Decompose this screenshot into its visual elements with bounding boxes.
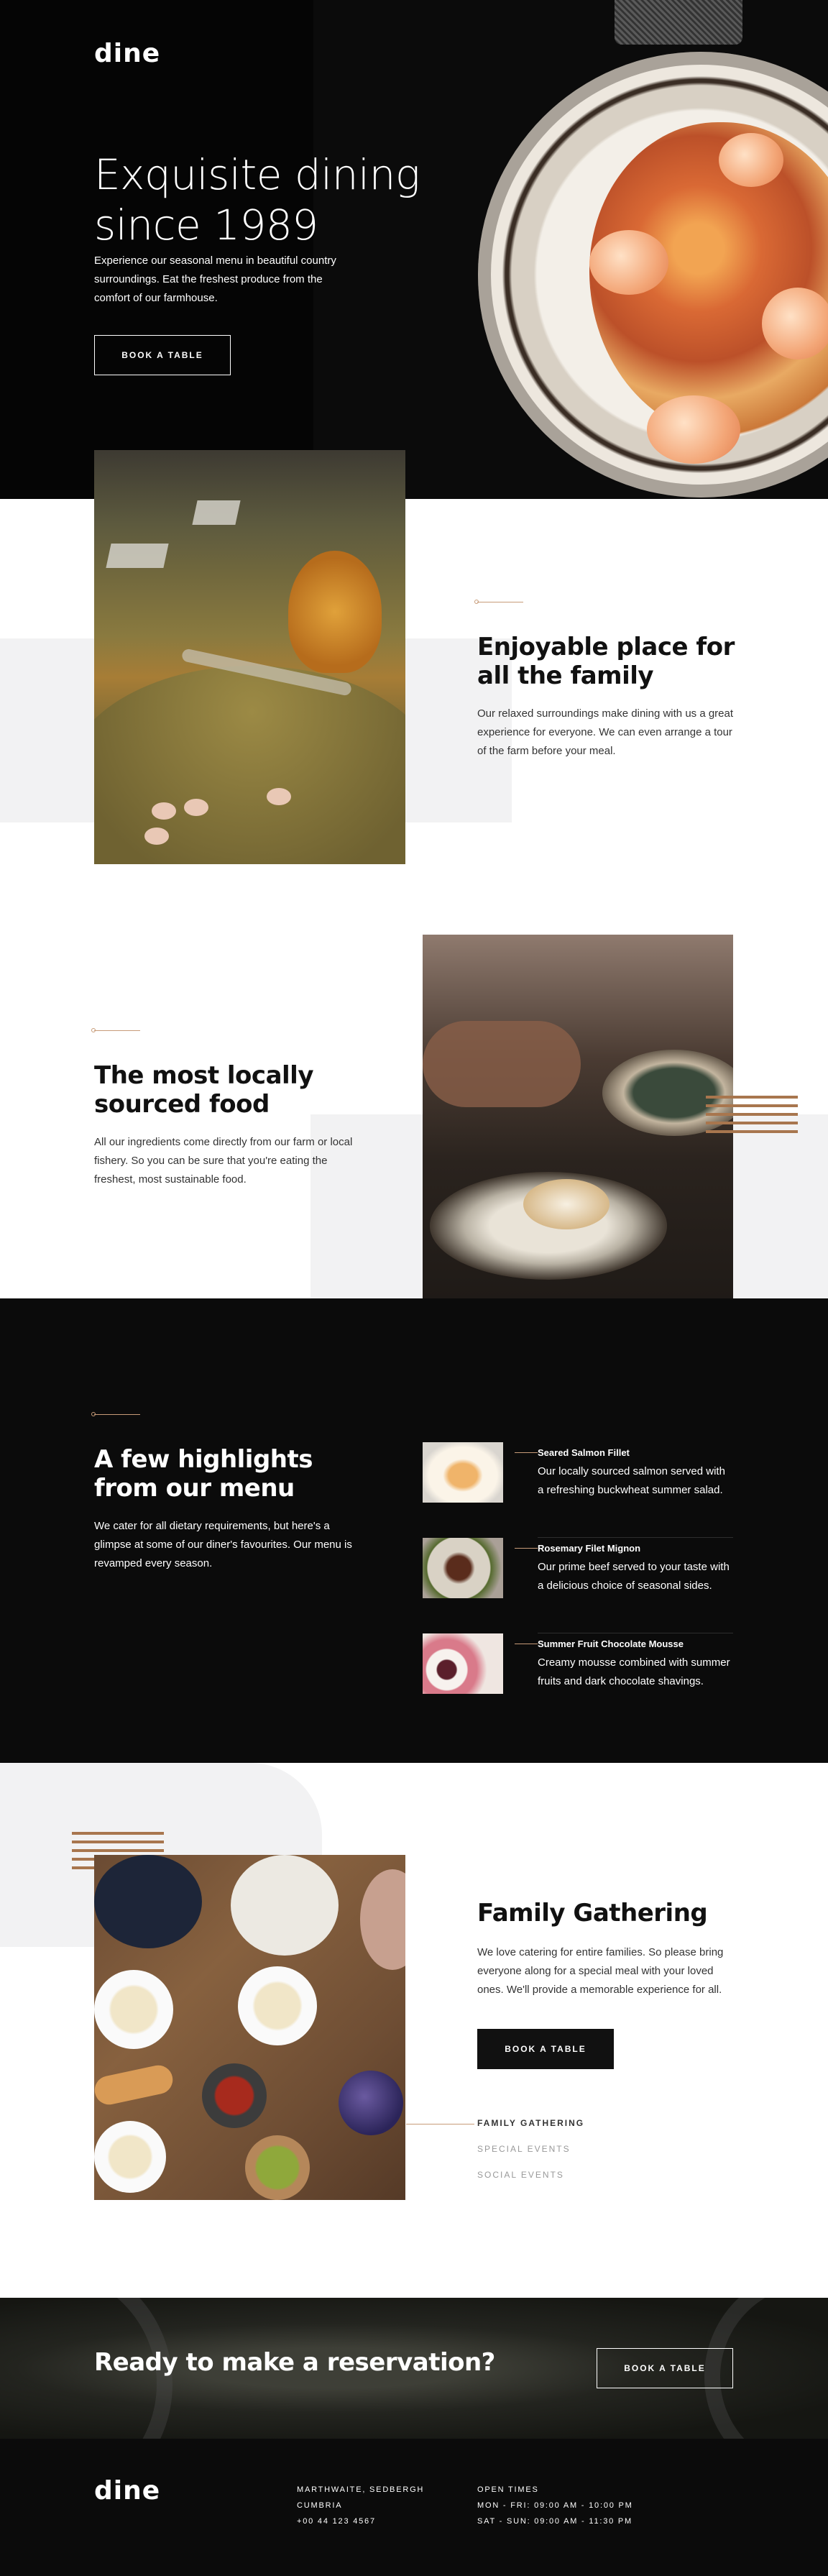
footer-hours: OPEN TIMES MON - FRI: 09:00 AM - 10:00 P… xyxy=(477,2482,633,2529)
footer: dine MARTHWAITE, SEDBERGH CUMBRIA +00 44… xyxy=(0,2439,828,2576)
shrimp-image xyxy=(589,230,668,295)
logo[interactable]: dine xyxy=(94,39,160,68)
chef-plating-image xyxy=(423,935,733,1349)
decorative-stripes xyxy=(706,1096,798,1136)
sheep-image xyxy=(184,799,208,816)
farmhouse-image xyxy=(192,500,241,525)
farm-landscape-image xyxy=(94,450,405,864)
tab-family-gathering[interactable]: FAMILY GATHERING xyxy=(477,2118,584,2128)
menu-item: Seared Salmon Fillet Our locally sourced… xyxy=(423,1442,733,1538)
bread-image xyxy=(94,2063,175,2107)
footer-address: MARTHWAITE, SEDBERGH CUMBRIA +00 44 123 … xyxy=(297,2482,424,2529)
person-image xyxy=(94,1855,202,1948)
phone-number: +00 44 123 4567 xyxy=(297,2517,376,2526)
address-line: MARTHWAITE, SEDBERGH xyxy=(297,2485,425,2494)
shrimp-image xyxy=(647,395,740,464)
family-dinner-image xyxy=(94,1855,405,2200)
accent-divider xyxy=(94,1030,140,1031)
accent-divider xyxy=(94,1414,140,1415)
person-image xyxy=(231,1855,339,1956)
hours-heading: OPEN TIMES xyxy=(477,2485,539,2494)
person-image xyxy=(360,1869,405,1970)
chocolate-mousse-image xyxy=(423,1633,503,1694)
events-text: We love catering for entire families. So… xyxy=(477,1946,724,1996)
menu-item-name: Summer Fruit Chocolate Mousse xyxy=(538,1638,684,1649)
hero-title: Exquisite dining since 1989 xyxy=(94,150,420,249)
dish-image xyxy=(523,1179,610,1229)
accent-divider xyxy=(515,1548,538,1549)
filet-mignon-image xyxy=(423,1538,503,1598)
decorative-net-image xyxy=(615,0,742,45)
menu-item-description: Our locally sourced salmon served with a… xyxy=(538,1465,725,1496)
hill-image xyxy=(94,666,405,864)
menu-item-description: Creamy mousse combined with summer fruit… xyxy=(538,1656,730,1687)
hero-text: Experience our seasonal menu in beautifu… xyxy=(94,255,336,304)
family-title: Enjoyable place for all the family xyxy=(477,633,735,690)
salad-bowl-image xyxy=(245,2135,310,2200)
shrimp-image xyxy=(762,288,828,359)
menu-text: We cater for all dietary requirements, b… xyxy=(94,1520,352,1569)
family-text: Our relaxed surroundings make dining wit… xyxy=(477,707,734,757)
flowers-image xyxy=(339,2071,403,2135)
menu-title: A few highlights from our menu xyxy=(94,1445,313,1503)
sheep-image xyxy=(144,828,169,845)
plate-image xyxy=(94,1970,173,2049)
menu-item-name: Seared Salmon Fillet xyxy=(538,1447,630,1458)
menu-item: Rosemary Filet Mignon Our prime beef ser… xyxy=(423,1538,733,1633)
sheep-image xyxy=(267,788,291,805)
hours-weekend: SAT - SUN: 09:00 AM - 11:30 PM xyxy=(477,2517,633,2526)
autumn-tree-image xyxy=(288,551,382,673)
chef-hand-image xyxy=(423,1021,581,1107)
tab-special-events[interactable]: SPECIAL EVENTS xyxy=(477,2144,571,2154)
book-table-button[interactable]: BOOK A TABLE xyxy=(94,335,231,375)
tab-social-events[interactable]: SOCIAL EVENTS xyxy=(477,2170,564,2180)
reservation-banner: Ready to make a reservation? BOOK A TABL… xyxy=(0,2298,828,2439)
tomato-bowl-image xyxy=(202,2063,267,2128)
local-food-title: The most locally sourced food xyxy=(94,1061,314,1119)
landing-page: dine Exquisite dining since 1989 Experie… xyxy=(0,0,828,2576)
hero-section: dine Exquisite dining since 1989 Experie… xyxy=(0,0,828,499)
hours-weekday: MON - FRI: 09:00 AM - 10:00 PM xyxy=(477,2501,633,2510)
menu-item-name: Rosemary Filet Mignon xyxy=(538,1543,641,1554)
footer-logo[interactable]: dine xyxy=(94,2476,160,2506)
book-table-button[interactable]: BOOK A TABLE xyxy=(597,2348,733,2388)
book-table-button[interactable]: BOOK A TABLE xyxy=(477,2029,614,2069)
salmon-dish-image xyxy=(423,1442,503,1503)
accent-divider xyxy=(515,1452,538,1453)
sheep-image xyxy=(152,802,176,820)
shrimp-image xyxy=(719,133,783,187)
menu-item: Summer Fruit Chocolate Mousse Creamy mou… xyxy=(423,1633,733,1729)
plate-image xyxy=(238,1966,317,2045)
salad-plate-image xyxy=(94,2121,166,2193)
reservation-title: Ready to make a reservation? xyxy=(94,2348,495,2377)
local-food-text: All our ingredients come directly from o… xyxy=(94,1136,353,1186)
events-title: Family Gathering xyxy=(477,1899,708,1928)
farmhouse-image xyxy=(106,544,169,568)
menu-item-description: Our prime beef served to your taste with… xyxy=(538,1561,730,1592)
address-line: CUMBRIA xyxy=(297,2501,343,2510)
